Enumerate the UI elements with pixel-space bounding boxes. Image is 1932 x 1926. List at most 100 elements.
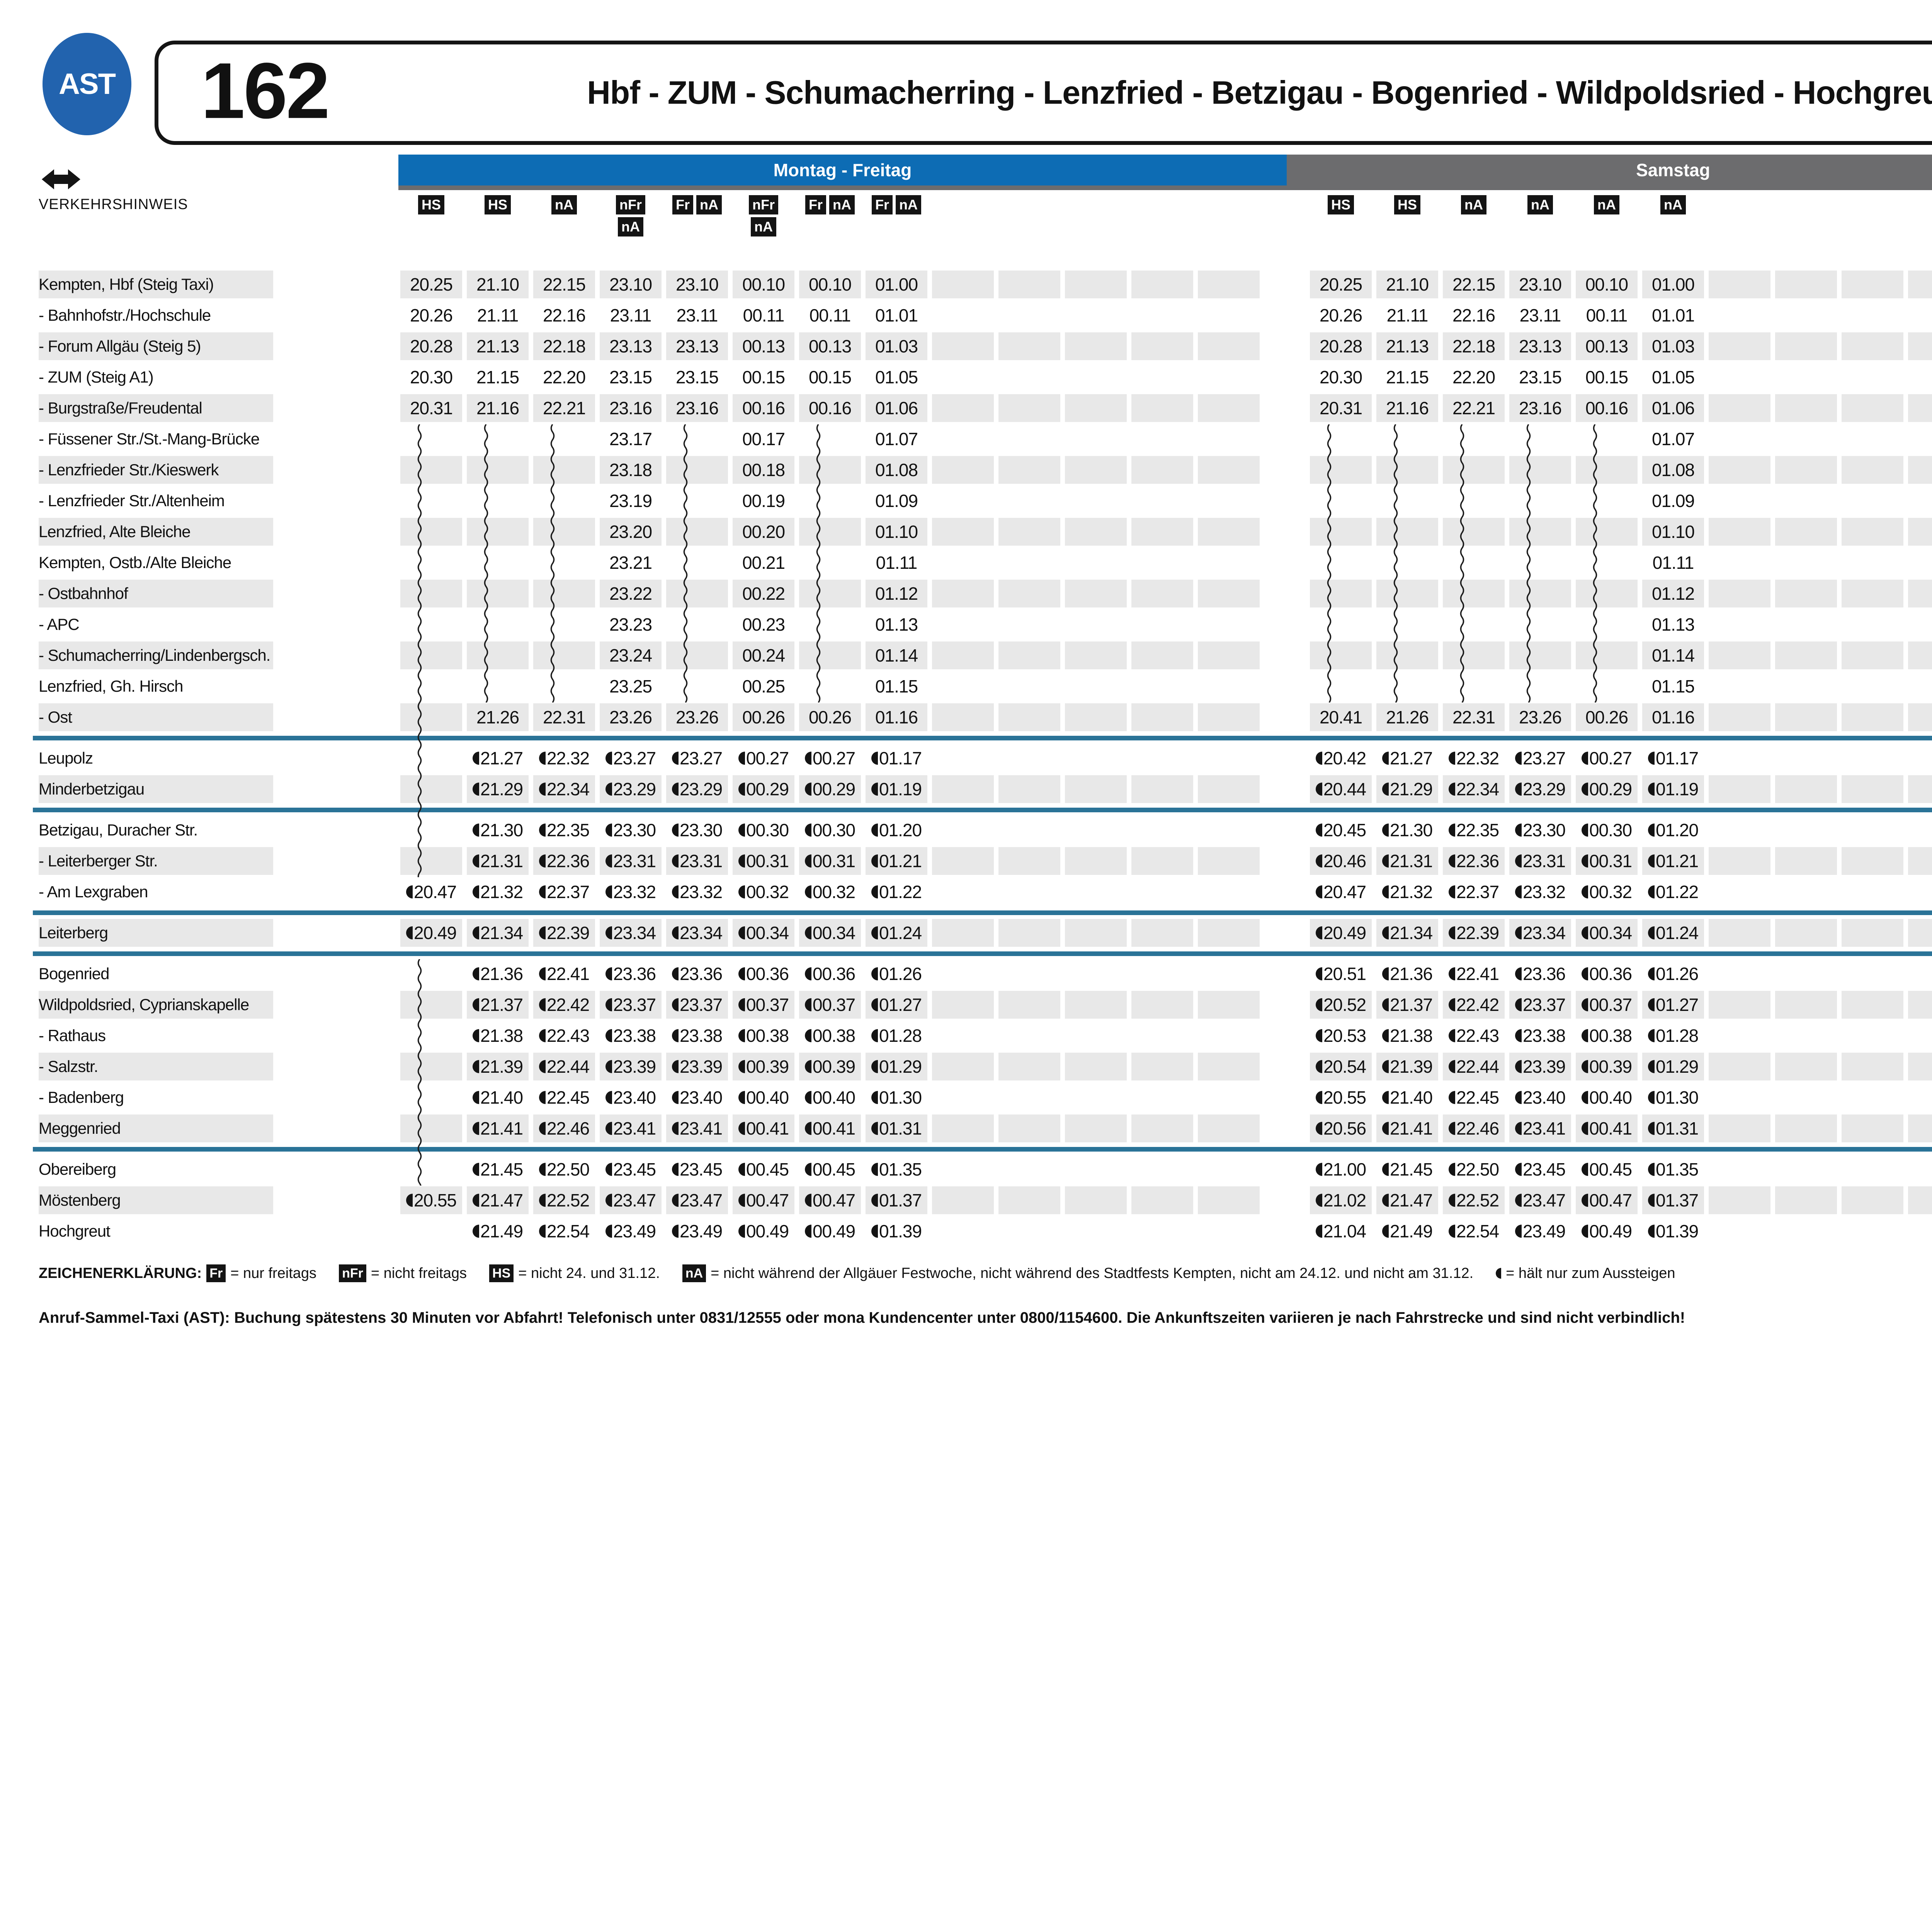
time-cell bbox=[998, 1053, 1060, 1080]
time-cell bbox=[1775, 271, 1837, 298]
no-stop-wavy-line bbox=[417, 424, 423, 877]
time-cell bbox=[1131, 456, 1193, 484]
traffic-note-badge: nA bbox=[1527, 195, 1553, 214]
exit-only-icon bbox=[1382, 783, 1389, 796]
time-cell: 21.37 bbox=[1376, 991, 1438, 1019]
time-cell bbox=[1842, 703, 1903, 731]
departure-time: 20.49 bbox=[414, 922, 456, 943]
departure-time: 23.26 bbox=[1519, 707, 1561, 728]
time-cell: 21.27 bbox=[467, 744, 529, 772]
time-cell bbox=[1842, 1053, 1903, 1080]
departure-time: 23.18 bbox=[609, 459, 652, 480]
exit-only-icon bbox=[605, 1194, 612, 1207]
exit-only-icon bbox=[738, 1122, 745, 1135]
exit-only-icon bbox=[871, 1163, 878, 1176]
departure-time: 01.21 bbox=[1656, 851, 1698, 871]
departure-time: 00.45 bbox=[813, 1159, 855, 1180]
departure-time: 00.11 bbox=[1586, 305, 1628, 326]
departure-time: 22.32 bbox=[547, 748, 589, 769]
departure-time: 23.11 bbox=[677, 305, 718, 326]
departure-time: 20.53 bbox=[1323, 1025, 1366, 1046]
exit-only-icon bbox=[1515, 1029, 1522, 1042]
exit-only-icon bbox=[539, 1225, 546, 1238]
departure-time: 23.49 bbox=[1523, 1221, 1565, 1242]
ast-logo: AST bbox=[43, 33, 131, 135]
exit-only-icon bbox=[1515, 926, 1522, 939]
exit-only-icon bbox=[605, 854, 612, 868]
exit-only-icon bbox=[473, 1060, 479, 1073]
departure-time: 00.15 bbox=[1585, 367, 1628, 388]
table-row: Meggenried21.4122.4623.4123.4100.4100.41… bbox=[0, 1114, 1932, 1142]
time-cell: 22.44 bbox=[1443, 1053, 1505, 1080]
time-cell bbox=[1576, 641, 1638, 669]
time-cell bbox=[998, 991, 1060, 1019]
exit-only-icon bbox=[1648, 926, 1655, 939]
time-cell bbox=[1065, 580, 1127, 607]
exit-only-icon bbox=[672, 998, 679, 1011]
time-cell bbox=[1775, 1114, 1837, 1142]
exit-only-icon bbox=[1515, 783, 1522, 796]
time-cell bbox=[400, 847, 462, 875]
time-cell: 01.00 bbox=[1642, 271, 1704, 298]
exit-only-icon bbox=[672, 885, 679, 898]
departure-time: 21.27 bbox=[1390, 748, 1432, 769]
day-band-saturday: Samstag bbox=[1287, 155, 1932, 185]
departure-time: 01.13 bbox=[1652, 614, 1694, 635]
arrow-right-icon bbox=[68, 169, 80, 189]
departure-time: 22.39 bbox=[1456, 922, 1499, 943]
exit-only-icon bbox=[539, 998, 546, 1011]
time-cell: 21.45 bbox=[1376, 1155, 1438, 1183]
time-cell bbox=[1842, 847, 1903, 875]
time-cell: 21.49 bbox=[467, 1217, 529, 1245]
time-cell bbox=[1908, 775, 1932, 803]
exit-only-icon bbox=[1582, 1091, 1588, 1104]
time-cell: 00.16 bbox=[1576, 394, 1638, 422]
time-cell: 20.53 bbox=[1310, 1022, 1372, 1050]
stop-name-cell: Betzigau, Duracher Str. bbox=[39, 816, 273, 844]
exit-only-icon bbox=[406, 926, 413, 939]
departure-time: 01.00 bbox=[1652, 274, 1694, 295]
time-cell: 23.29 bbox=[600, 775, 662, 803]
time-cell: 22.46 bbox=[533, 1114, 595, 1142]
stop-name-cell: - Leiterberger Str. bbox=[39, 847, 273, 875]
time-cell bbox=[799, 580, 861, 607]
departure-time: 01.07 bbox=[1652, 429, 1694, 449]
departure-time: 21.04 bbox=[1323, 1221, 1366, 1242]
time-cell: 00.20 bbox=[733, 518, 794, 546]
time-cell: 01.30 bbox=[866, 1084, 927, 1111]
stop-name-cell: Möstenberg bbox=[39, 1186, 273, 1214]
exit-only-icon bbox=[1582, 1225, 1588, 1238]
exit-only-icon bbox=[1515, 1060, 1522, 1073]
time-cell bbox=[1709, 775, 1770, 803]
exit-only-icon bbox=[1515, 1163, 1522, 1176]
departure-time: 23.23 bbox=[609, 614, 652, 635]
time-cell bbox=[1576, 580, 1638, 607]
time-cell: 01.08 bbox=[866, 456, 927, 484]
time-cell: 21.11 bbox=[467, 301, 529, 329]
exit-only-icon bbox=[1582, 752, 1588, 765]
departure-time: 00.32 bbox=[813, 881, 855, 902]
time-cell: 00.31 bbox=[733, 847, 794, 875]
exit-only-icon bbox=[805, 1122, 811, 1135]
exit-only-icon bbox=[1449, 1029, 1455, 1042]
table-row: Lenzfried, Gh. Hirsch23.2500.2501.1501.1… bbox=[0, 672, 1932, 700]
departure-time: 21.26 bbox=[476, 707, 519, 728]
time-cell: 22.45 bbox=[533, 1084, 595, 1111]
time-cell: 21.27 bbox=[1376, 744, 1438, 772]
time-cell bbox=[1775, 775, 1837, 803]
traffic-note-badge: nA bbox=[751, 217, 776, 236]
exit-only-icon bbox=[539, 967, 546, 980]
exit-only-icon bbox=[1582, 885, 1588, 898]
exit-only-icon bbox=[1515, 752, 1522, 765]
section-divider bbox=[33, 808, 1932, 812]
departure-time: 23.34 bbox=[613, 922, 656, 943]
time-cell: 00.10 bbox=[733, 271, 794, 298]
time-cell bbox=[1131, 394, 1193, 422]
time-cell: 00.41 bbox=[799, 1114, 861, 1142]
traffic-note-badge-group: nA bbox=[1594, 195, 1619, 214]
time-cell bbox=[1775, 641, 1837, 669]
exit-only-icon bbox=[672, 1091, 679, 1104]
time-cell: 01.09 bbox=[866, 487, 927, 515]
exit-only-icon bbox=[473, 1029, 479, 1042]
time-cell bbox=[932, 703, 994, 731]
